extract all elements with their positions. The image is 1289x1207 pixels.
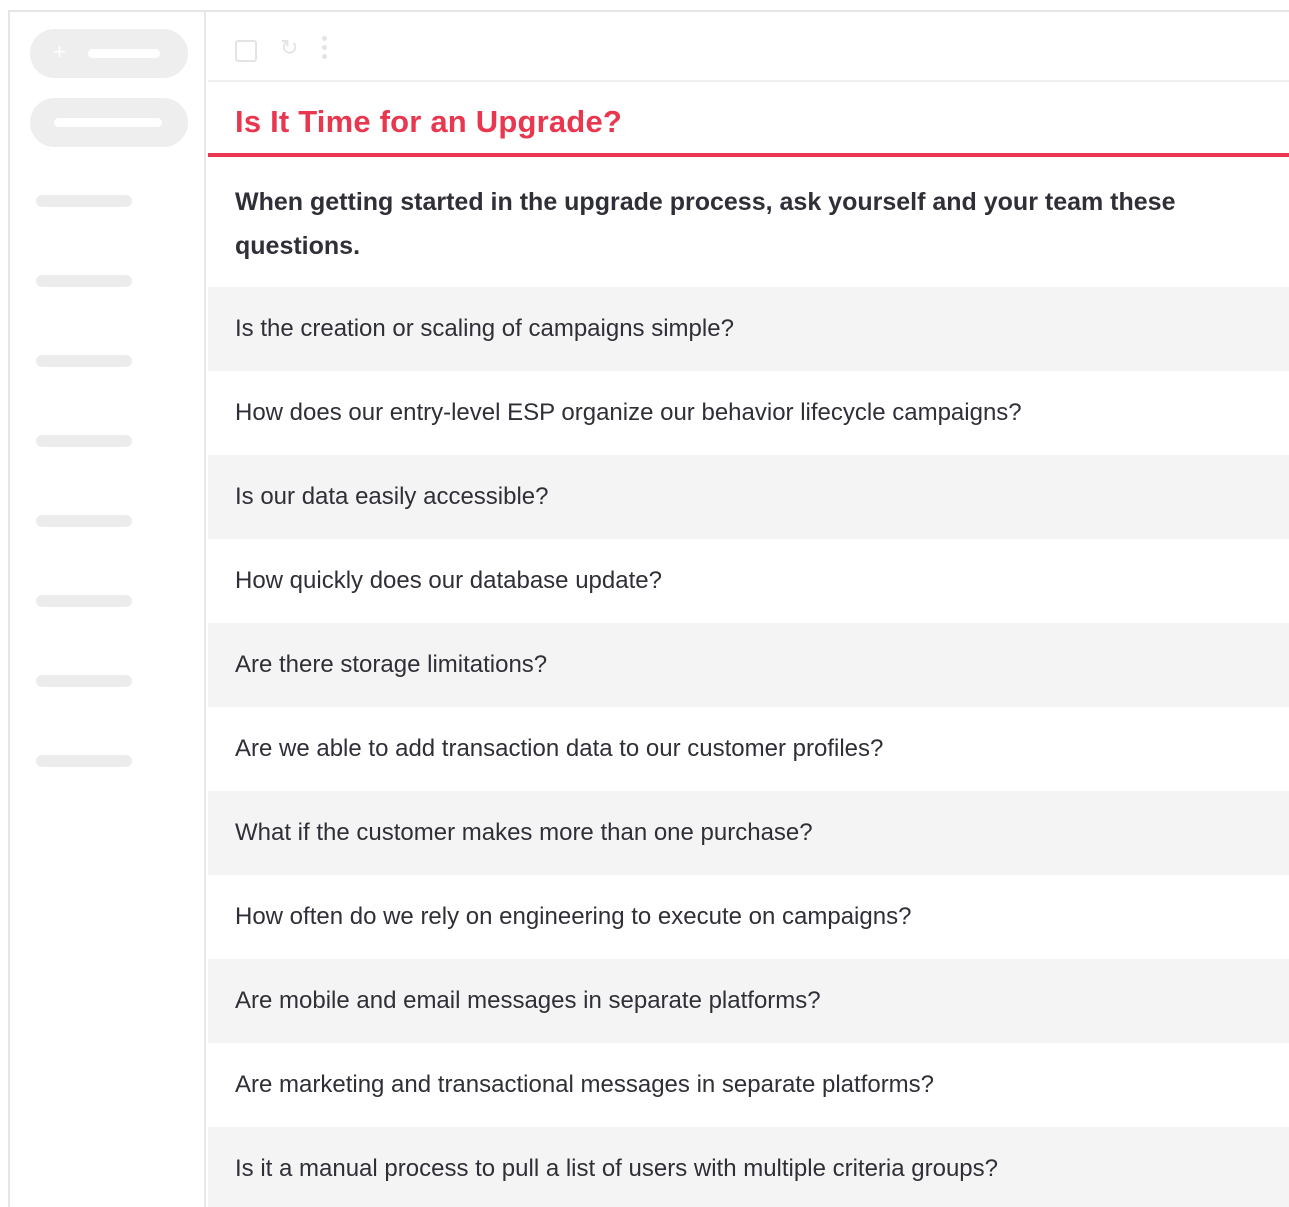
title-row: Is It Time for an Upgrade? <box>208 84 1289 157</box>
question-row[interactable]: Are there storage limitations? <box>208 623 1289 707</box>
question-text: How often do we rely on engineering to e… <box>235 903 912 930</box>
plus-icon: + <box>53 39 66 64</box>
question-row[interactable]: Is it a manual process to pull a list of… <box>208 1127 1289 1207</box>
question-text: Are mobile and email messages in separat… <box>235 987 821 1014</box>
sidebar-nav-item[interactable] <box>36 195 132 207</box>
question-list: Is the creation or scaling of campaigns … <box>208 287 1289 1207</box>
question-row[interactable]: What if the customer makes more than one… <box>208 791 1289 875</box>
question-text: What if the customer makes more than one… <box>235 819 813 846</box>
sidebar-nav-item[interactable] <box>36 675 132 687</box>
question-text: How does our entry-level ESP organize ou… <box>235 399 1022 426</box>
compose-button[interactable]: + <box>30 29 188 78</box>
question-text: Are marketing and transactional messages… <box>235 1071 935 1098</box>
compose-label-placeholder <box>88 49 160 58</box>
sidebar-nav-item[interactable] <box>36 435 132 447</box>
question-row[interactable]: Are mobile and email messages in separat… <box>208 959 1289 1043</box>
page-title: Is It Time for an Upgrade? <box>235 104 623 139</box>
toolbar: ↻ <box>208 12 1289 82</box>
question-text: How quickly does our database update? <box>235 567 662 594</box>
question-row[interactable]: Are marketing and transactional messages… <box>208 1043 1289 1127</box>
question-row[interactable]: Are we able to add transaction data to o… <box>208 707 1289 791</box>
question-row[interactable]: Is the creation or scaling of campaigns … <box>208 287 1289 371</box>
message-pane: ↻ Is It Time for an Upgrade? When gettin… <box>208 12 1289 1207</box>
question-text: Is it a manual process to pull a list of… <box>235 1155 998 1182</box>
sidebar-nav-item[interactable] <box>36 275 132 287</box>
question-row[interactable]: How often do we rely on engineering to e… <box>208 875 1289 959</box>
more-options-icon[interactable] <box>321 36 329 62</box>
intro-text: When getting started in the upgrade proc… <box>235 188 1176 260</box>
app-window: + ↻ Is It Time for an Upgrade? When gett… <box>8 10 1289 1207</box>
question-row[interactable]: Is our data easily accessible? <box>208 455 1289 539</box>
select-all-checkbox[interactable] <box>235 40 257 62</box>
secondary-label-placeholder <box>54 118 162 127</box>
question-text: Is our data easily accessible? <box>235 483 549 510</box>
sidebar-nav-item[interactable] <box>36 355 132 367</box>
question-text: Is the creation or scaling of campaigns … <box>235 315 734 342</box>
sidebar: + <box>10 12 206 1207</box>
question-row[interactable]: How does our entry-level ESP organize ou… <box>208 371 1289 455</box>
question-text: Are there storage limitations? <box>235 651 548 678</box>
sidebar-nav-item[interactable] <box>36 755 132 767</box>
secondary-button[interactable] <box>30 98 188 147</box>
sidebar-nav-item[interactable] <box>36 595 132 607</box>
refresh-icon[interactable]: ↻ <box>280 34 298 64</box>
question-row[interactable]: How quickly does our database update? <box>208 539 1289 623</box>
question-text: Are we able to add transaction data to o… <box>235 735 884 762</box>
sidebar-nav-item[interactable] <box>36 515 132 527</box>
